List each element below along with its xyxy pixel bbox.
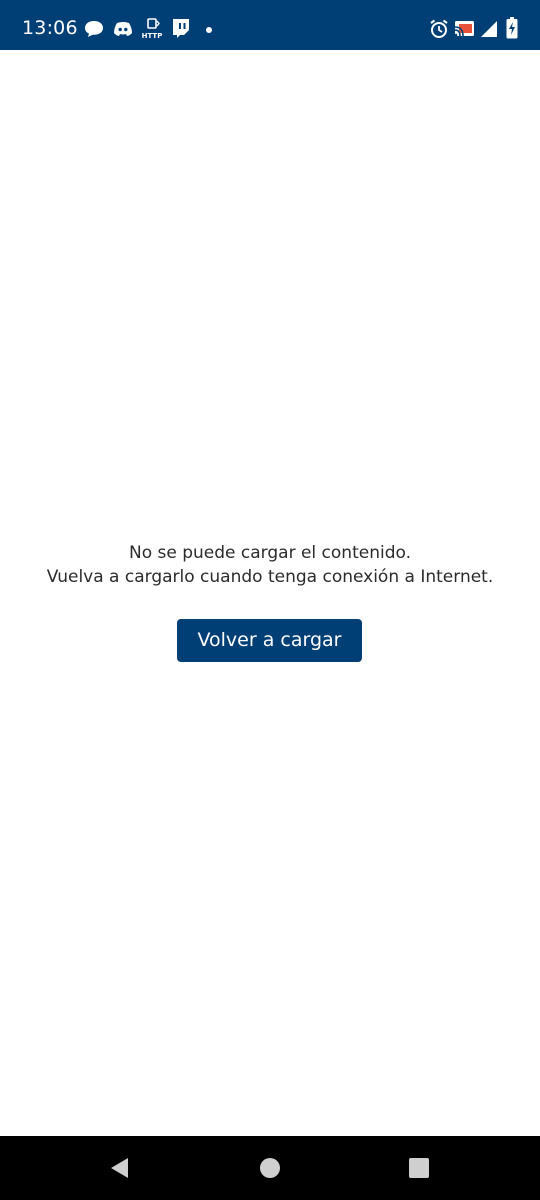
- chat-bubble-icon: [85, 21, 103, 37]
- status-time: 13:06: [22, 17, 78, 39]
- reload-button[interactable]: Volver a cargar: [177, 619, 362, 662]
- back-icon[interactable]: [108, 1156, 132, 1180]
- home-icon[interactable]: [258, 1156, 282, 1180]
- recents-icon[interactable]: [407, 1156, 431, 1180]
- svg-text:HTTP: HTTP: [142, 32, 163, 40]
- error-message-line2: Vuelva a cargarlo cuando tenga conexión …: [46, 567, 494, 587]
- more-dot-icon: [206, 27, 212, 33]
- twitch-icon: [173, 19, 189, 38]
- alarm-icon: [430, 19, 448, 38]
- signal-icon: [481, 21, 497, 37]
- cast-icon: [454, 21, 474, 37]
- status-bar: 13:06 HTTP: [0, 0, 540, 50]
- navigation-bar: [0, 1136, 540, 1200]
- main-content: No se puede cargar el contenido. Vuelva …: [0, 50, 540, 1136]
- discord-icon: [114, 22, 132, 36]
- error-message-line1: No se puede cargar el contenido.: [128, 543, 411, 563]
- http-indicator-icon: HTTP: [142, 18, 163, 40]
- battery-charging-icon: [506, 17, 518, 39]
